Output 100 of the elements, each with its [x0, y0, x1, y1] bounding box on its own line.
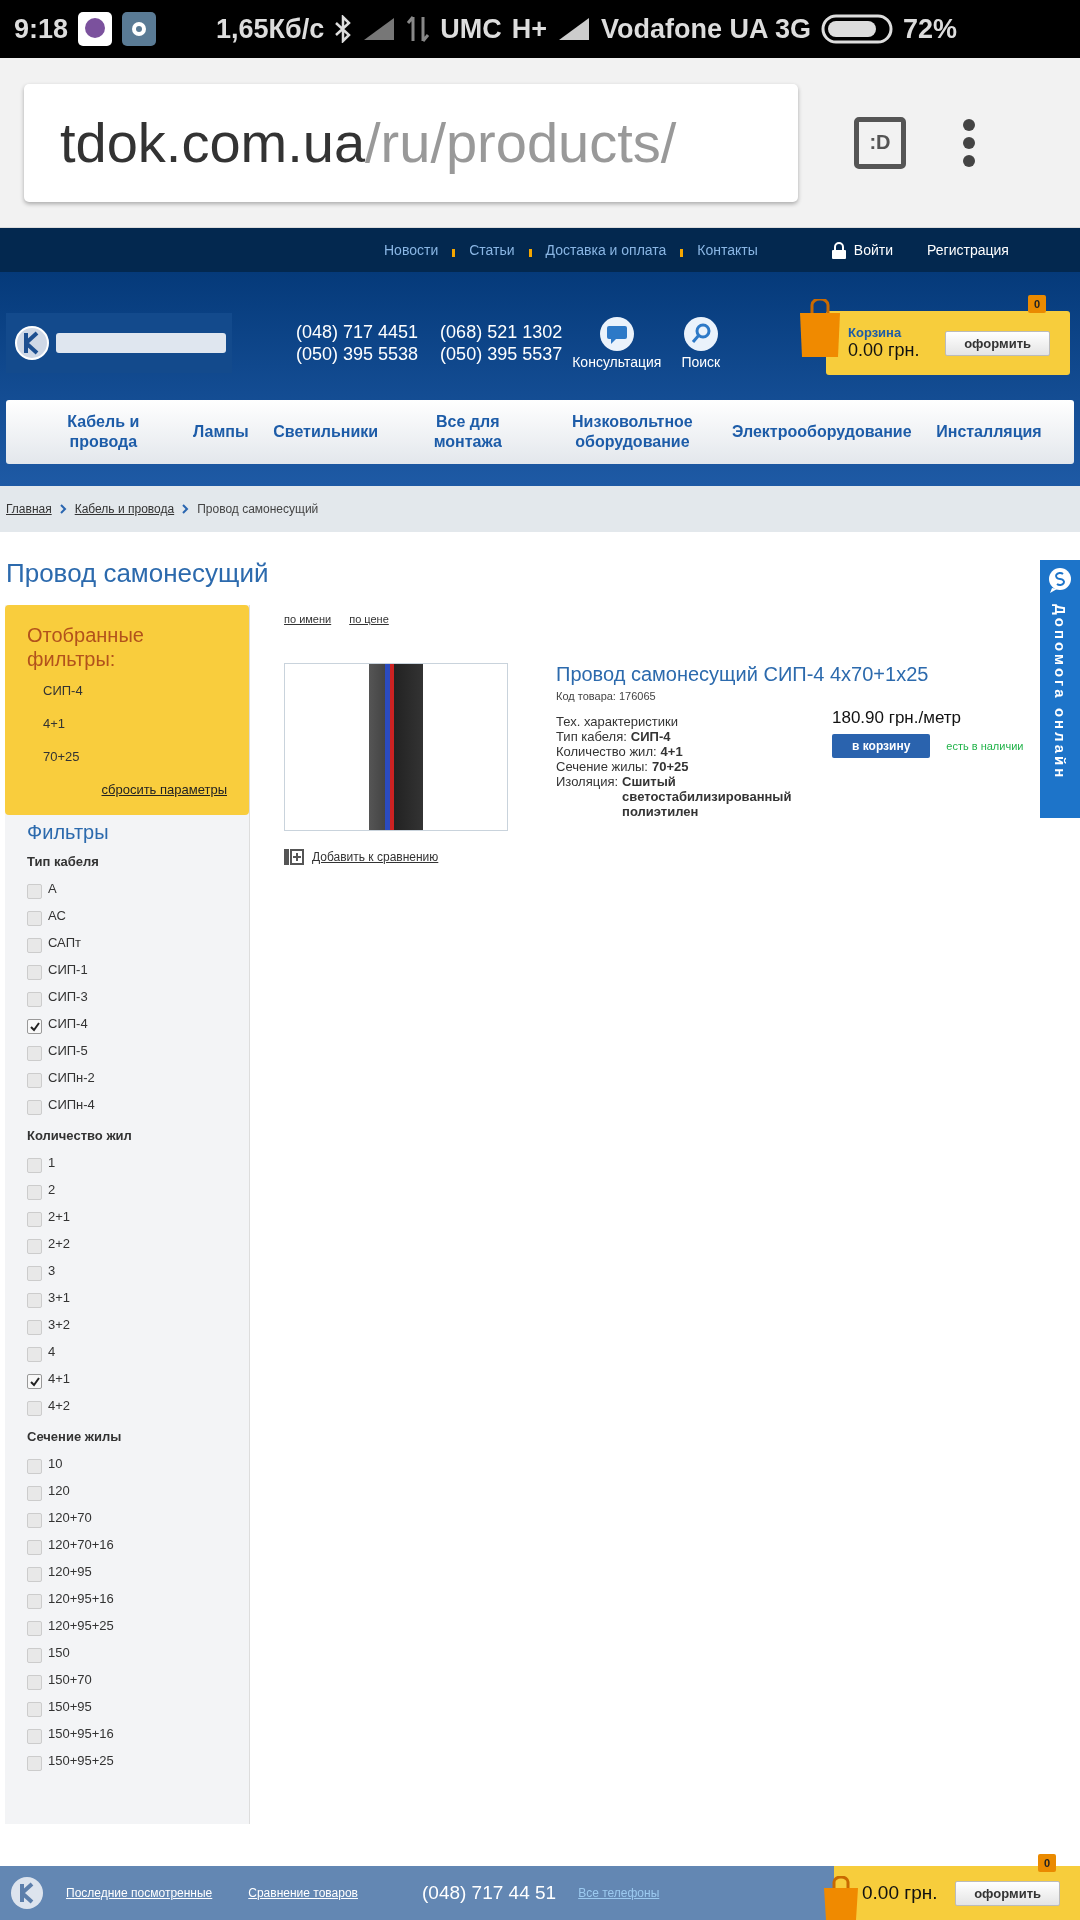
checkbox[interactable]: [27, 1401, 42, 1416]
checkbox[interactable]: [27, 1320, 42, 1335]
filter-option-label: 2+1: [48, 1209, 71, 1224]
spec-label: Тип кабеля:: [556, 729, 627, 744]
checkbox[interactable]: [27, 965, 42, 980]
filter-option-label: СИПн-2: [48, 1070, 95, 1085]
category-menu-item[interactable]: Все для монтажа: [402, 412, 533, 452]
checkbox[interactable]: [27, 1019, 42, 1034]
checkbox[interactable]: [27, 1239, 42, 1254]
top-nav-link[interactable]: Новости: [384, 242, 439, 258]
checkbox[interactable]: [27, 1046, 42, 1061]
sort-link[interactable]: по цене: [349, 613, 389, 625]
checkbox[interactable]: [27, 1374, 42, 1389]
category-menu-item[interactable]: Инсталляция: [936, 422, 1042, 442]
product-title[interactable]: Провод самонесущий СИП-4 4x70+1x25: [556, 663, 929, 686]
register-link[interactable]: Регистрация: [927, 242, 1009, 258]
filter-option-label: СИП-3: [48, 989, 88, 1004]
specs-heading: Тех. характеристики: [556, 714, 679, 729]
checkbox[interactable]: [27, 1648, 42, 1663]
checkbox[interactable]: [27, 1729, 42, 1744]
checkbox[interactable]: [27, 1486, 42, 1501]
filter-option-label: 4+2: [48, 1398, 71, 1413]
sort-link[interactable]: по имени: [284, 613, 332, 625]
breadcrumb-link[interactable]: Кабель и провода: [74, 502, 175, 516]
checkbox[interactable]: [27, 1594, 42, 1609]
checkbox[interactable]: [27, 1756, 42, 1771]
checkout-button[interactable]: оформить: [955, 1880, 1060, 1906]
help-online-tab[interactable]: Допомога онлайн: [1040, 560, 1080, 818]
checkbox[interactable]: [27, 1073, 42, 1088]
selected-filter-item[interactable]: 70+25: [27, 749, 227, 782]
filter-option-label: 150+95+16: [48, 1726, 114, 1741]
product-photo[interactable]: [284, 663, 508, 831]
checkbox[interactable]: [27, 1675, 42, 1690]
data-arrows-icon: [406, 15, 431, 43]
checkbox[interactable]: [27, 911, 42, 926]
consultation-button[interactable]: Консультация: [572, 316, 662, 370]
phone-number: (050) 395 5537: [440, 343, 563, 365]
top-nav-link[interactable]: Контакты: [697, 242, 758, 258]
checkbox[interactable]: [27, 938, 42, 953]
logo-icon[interactable]: [10, 1876, 44, 1910]
checkbox[interactable]: [27, 1100, 42, 1115]
filters-title: Фильтры: [26, 820, 110, 845]
category-menu-item[interactable]: Кабель и провода: [38, 412, 169, 452]
top-nav-link[interactable]: Доставка и оплата: [545, 242, 667, 258]
filter-option-label: А: [48, 881, 57, 896]
shopping-bag-icon: [822, 1876, 860, 1920]
checkbox[interactable]: [27, 1212, 42, 1227]
tabs-button[interactable]: :D: [854, 116, 906, 169]
checkbox[interactable]: [27, 1293, 42, 1308]
checkbox[interactable]: [27, 1540, 42, 1555]
chevron-icon: [182, 504, 190, 514]
checkout-button[interactable]: оформить: [945, 330, 1050, 356]
checkbox[interactable]: [27, 1702, 42, 1717]
filter-option-label: 1: [48, 1155, 56, 1170]
checkbox[interactable]: [27, 992, 42, 1007]
category-menu-item[interactable]: Светильники: [273, 422, 379, 442]
filter-option-label: СИП-5: [48, 1043, 88, 1058]
filter-group-title: Количество жил: [27, 1128, 133, 1143]
checkbox[interactable]: [27, 884, 42, 899]
filter-option-label: 150+95: [48, 1699, 92, 1714]
filter-option-label: 10: [48, 1456, 63, 1471]
filter-option-label: 120+95+16: [48, 1591, 114, 1606]
login-link[interactable]: Войти: [853, 242, 894, 258]
checkbox[interactable]: [27, 1567, 42, 1582]
phone-number: (068) 521 1302: [440, 321, 563, 343]
category-menu-item[interactable]: Электрооборудование: [732, 422, 912, 442]
selected-filters-title: Отобранные фильтры:: [27, 623, 145, 671]
phone-number: (050) 395 5538: [296, 343, 419, 365]
bluetooth-icon: [334, 15, 353, 43]
checkbox[interactable]: [27, 1347, 42, 1362]
spec-label: Сечение жилы:: [556, 759, 648, 774]
battery-percent: 72%: [903, 13, 958, 45]
checkbox[interactable]: [27, 1513, 42, 1528]
menu-icon[interactable]: [962, 117, 976, 168]
checkbox[interactable]: [27, 1158, 42, 1173]
filter-group-title: Тип кабеля: [27, 854, 100, 869]
address-bar[interactable]: tdok.com.ua/ru/products/: [24, 83, 798, 202]
category-menu-item[interactable]: Низковольтное оборудование: [557, 412, 708, 452]
top-nav-link[interactable]: Статьи: [469, 242, 515, 258]
category-menu-item[interactable]: Лампы: [192, 422, 249, 442]
spec-value: 4+1: [660, 744, 683, 759]
add-to-cart-button[interactable]: в корзину: [832, 734, 931, 758]
filter-option-label: 150: [48, 1645, 70, 1660]
checkbox[interactable]: [27, 1185, 42, 1200]
checkbox[interactable]: [27, 1621, 42, 1636]
selected-filter-item[interactable]: СИП-4: [27, 683, 227, 716]
carrier-name: Vodafone UA 3G: [601, 13, 812, 45]
compare-products-link[interactable]: Сравнение товаров: [248, 1886, 358, 1900]
checkbox[interactable]: [27, 1459, 42, 1474]
add-to-compare-link[interactable]: Добавить к сравнению: [312, 850, 439, 864]
selected-filter-item[interactable]: 4+1: [27, 716, 227, 749]
search-button[interactable]: Поиск: [681, 316, 721, 370]
checkbox[interactable]: [27, 1266, 42, 1281]
cart-total: 0.00 грн.: [862, 1882, 938, 1904]
breadcrumb-link[interactable]: Главная: [6, 502, 52, 516]
spec-value: 70+25: [652, 759, 689, 774]
chat-app-icon: [78, 12, 113, 46]
recently-viewed-link[interactable]: Последние посмотренные: [66, 1886, 213, 1900]
status-time: 9:18: [14, 13, 69, 45]
reset-filters-link[interactable]: сбросить параметры: [101, 782, 227, 797]
